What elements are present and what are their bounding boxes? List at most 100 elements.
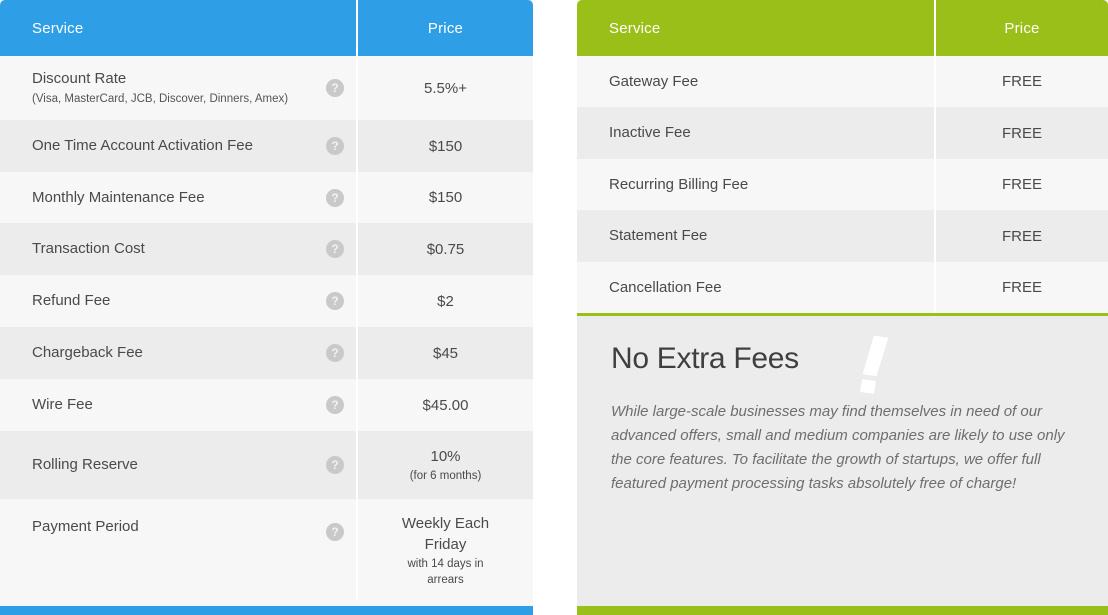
price-value: $0.75 [426,240,465,258]
help-icon[interactable]: ? [326,292,344,310]
price-note: with 14 days in arrears [407,558,484,586]
promo-title-wrap: No Extra Fees [611,342,851,395]
price-value: FREE [1001,73,1042,90]
cell-price: FREE [934,210,1108,262]
table-row: Rolling Reserve ? 10% (for 6 months) [0,431,533,499]
cell-service: Statement Fee [577,210,934,262]
cell-service: Wire Fee ? [0,379,356,431]
service-name: Monthly Maintenance Fee [32,188,205,206]
cell-price: $45.00 [356,379,533,431]
cell-service: Transaction Cost ? [0,223,356,275]
help-icon[interactable]: ? [326,240,344,258]
column-header-service-label: Service [609,19,661,37]
table-row: Payment Period ? Weekly Each Friday with… [0,499,533,600]
table-footer-bar [577,606,1108,615]
cell-service: Chargeback Fee ? [0,327,356,379]
service-note: (Visa, MasterCard, JCB, Discover, Dinner… [32,93,289,105]
free-services-table: Service Price Gateway Fee FREE Inactive … [577,0,1108,615]
pricing-tables-page: Service Price Discount Rate (Visa, Maste… [0,0,1108,615]
column-header-service-label: Service [32,19,84,37]
help-icon[interactable]: ? [326,188,344,207]
cell-price: FREE [934,159,1108,210]
service-name: Discount Rate [32,70,127,87]
table-row: One Time Account Activation Fee ? $150 [0,120,533,172]
standard-fees-table: Service Price Discount Rate (Visa, Maste… [0,0,533,615]
cell-price: $45 [356,327,533,379]
cell-price: $150 [356,120,533,172]
help-icon[interactable]: ? [326,523,344,541]
table-row: Gateway Fee FREE [577,56,1108,107]
cell-service: Rolling Reserve ? [0,431,356,499]
table-footer-bar [0,606,533,615]
service-name: One Time Account Activation Fee [32,137,253,154]
cell-price: Weekly Each Friday with 14 days in arrea… [356,499,533,600]
price-value: 5.5%+ [424,79,467,97]
table-header-row: Service Price [577,0,1108,56]
cell-price: FREE [934,56,1108,107]
column-header-service: Service [577,0,934,56]
service-name: Wire Fee [32,396,93,413]
service-name: Refund Fee [32,292,111,309]
cell-price: $150 [356,172,533,223]
service-name: Cancellation Fee [609,278,722,296]
table-row: Cancellation Fee FREE [577,262,1108,313]
service-name: Rolling Reserve [32,456,138,473]
promo-title: No Extra Fees [611,342,799,375]
help-icon[interactable]: ? [326,79,344,97]
cell-service: Inactive Fee [577,107,934,159]
cell-service: Recurring Billing Fee [577,159,934,210]
cell-price: 10% (for 6 months) [356,431,533,499]
help-icon[interactable]: ? [326,137,344,155]
column-header-price-label: Price [427,19,464,37]
service-name: Chargeback Fee [32,344,143,361]
table-row: Statement Fee FREE [577,210,1108,262]
column-header-price: Price [934,0,1108,56]
cell-price: FREE [934,262,1108,313]
price-value: 10% [430,448,461,465]
promo-panel: No Extra Fees While large-scale business… [577,316,1108,606]
service-name: Transaction Cost [32,240,145,257]
table-row: Refund Fee ? $2 [0,275,533,327]
price-value: $45.00 [422,396,469,414]
cell-service: Monthly Maintenance Fee ? [0,172,356,223]
cell-price: FREE [934,107,1108,159]
service-name: Gateway Fee [609,72,699,90]
exclamation-mark-icon [859,336,889,396]
service-name: Payment Period [32,518,139,535]
cell-service: Refund Fee ? [0,275,356,327]
cell-price: $2 [356,275,533,327]
price-value: $150 [428,137,463,155]
table-row: Monthly Maintenance Fee ? $150 [0,172,533,223]
cell-service: Payment Period ? [0,499,356,600]
cell-service: Gateway Fee [577,56,934,107]
table-row: Wire Fee ? $45.00 [0,379,533,431]
price-value: $150 [428,189,463,206]
price-note: (for 6 months) [409,470,482,482]
column-header-price: Price [356,0,533,56]
table-body: Gateway Fee FREE Inactive Fee FREE Recur… [577,56,1108,313]
price-value: FREE [1001,176,1042,193]
table-row: Transaction Cost ? $0.75 [0,223,533,275]
table-header-row: Service Price [0,0,533,56]
service-name: Statement Fee [609,227,708,244]
price-value: Weekly Each Friday [401,515,490,553]
service-name: Recurring Billing Fee [609,175,749,193]
table-body: Discount Rate (Visa, MasterCard, JCB, Di… [0,56,533,600]
cell-price: 5.5%+ [356,56,533,120]
cell-service: One Time Account Activation Fee ? [0,120,356,172]
help-icon[interactable]: ? [326,396,344,414]
price-value: $2 [437,292,454,310]
table-row: Recurring Billing Fee FREE [577,159,1108,210]
cell-service: Discount Rate (Visa, MasterCard, JCB, Di… [0,56,356,120]
price-value: FREE [1001,227,1042,245]
price-value: FREE [1001,279,1042,296]
cell-price: $0.75 [356,223,533,275]
help-icon[interactable]: ? [326,344,344,362]
help-icon[interactable]: ? [326,456,344,474]
table-row: Discount Rate (Visa, MasterCard, JCB, Di… [0,56,533,120]
promo-description: While large-scale businesses may find th… [611,403,1065,492]
column-header-price-label: Price [1004,19,1040,37]
table-row: Chargeback Fee ? $45 [0,327,533,379]
table-row: Inactive Fee FREE [577,107,1108,159]
cell-service: Cancellation Fee [577,262,934,313]
